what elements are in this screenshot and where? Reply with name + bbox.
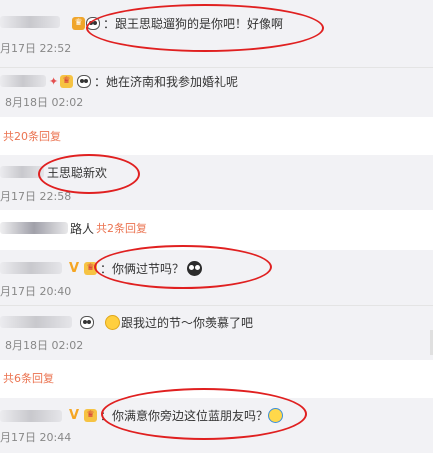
vip-badge-icon: ♛ bbox=[60, 75, 73, 88]
vip-badge-icon: ♛ bbox=[72, 17, 85, 30]
divider bbox=[0, 305, 433, 306]
divider bbox=[0, 67, 433, 68]
more-replies-row bbox=[0, 117, 433, 155]
comment-timestamp: 月17日 20:44 bbox=[0, 431, 72, 444]
comment-timestamp: 月17日 22:58 bbox=[0, 190, 72, 203]
shy-emoji-icon bbox=[105, 315, 120, 330]
comment-text: 跟我过的节～你羡慕了吧 bbox=[121, 316, 254, 330]
username-redacted bbox=[0, 16, 60, 28]
verified-v-icon: V bbox=[69, 408, 80, 423]
view-more-replies-link[interactable]: 共20条回复 bbox=[3, 130, 61, 144]
annotation-circle bbox=[94, 245, 272, 289]
panda-emoji-icon bbox=[80, 316, 94, 329]
username-redacted bbox=[0, 262, 62, 274]
username-redacted bbox=[0, 75, 46, 87]
annotation-circle bbox=[86, 4, 324, 52]
username-redacted bbox=[0, 222, 68, 234]
view-more-replies-link[interactable]: 共2条回复 bbox=[96, 222, 147, 236]
comment-text: ：她在济南和我参加婚礼呢 bbox=[94, 75, 239, 89]
annotation-circle bbox=[101, 388, 307, 440]
username-redacted bbox=[0, 410, 62, 422]
vip-badge-icon: ♛ bbox=[84, 409, 97, 422]
username-redacted bbox=[0, 316, 72, 328]
verified-v-icon: V bbox=[69, 261, 80, 276]
username-tail: 路人 bbox=[70, 222, 95, 236]
star-badge-icon: ✦ bbox=[49, 75, 59, 88]
panda-emoji-icon bbox=[77, 75, 91, 88]
comment-timestamp: 月17日 20:40 bbox=[0, 285, 72, 298]
comment-timestamp: 8月18日 02:02 bbox=[5, 339, 84, 352]
view-more-replies-link[interactable]: 共6条回复 bbox=[3, 372, 54, 386]
comment-timestamp: 8月18日 02:02 bbox=[5, 96, 84, 109]
annotation-circle bbox=[38, 154, 140, 194]
comment-timestamp: 月17日 22:52 bbox=[0, 42, 72, 55]
